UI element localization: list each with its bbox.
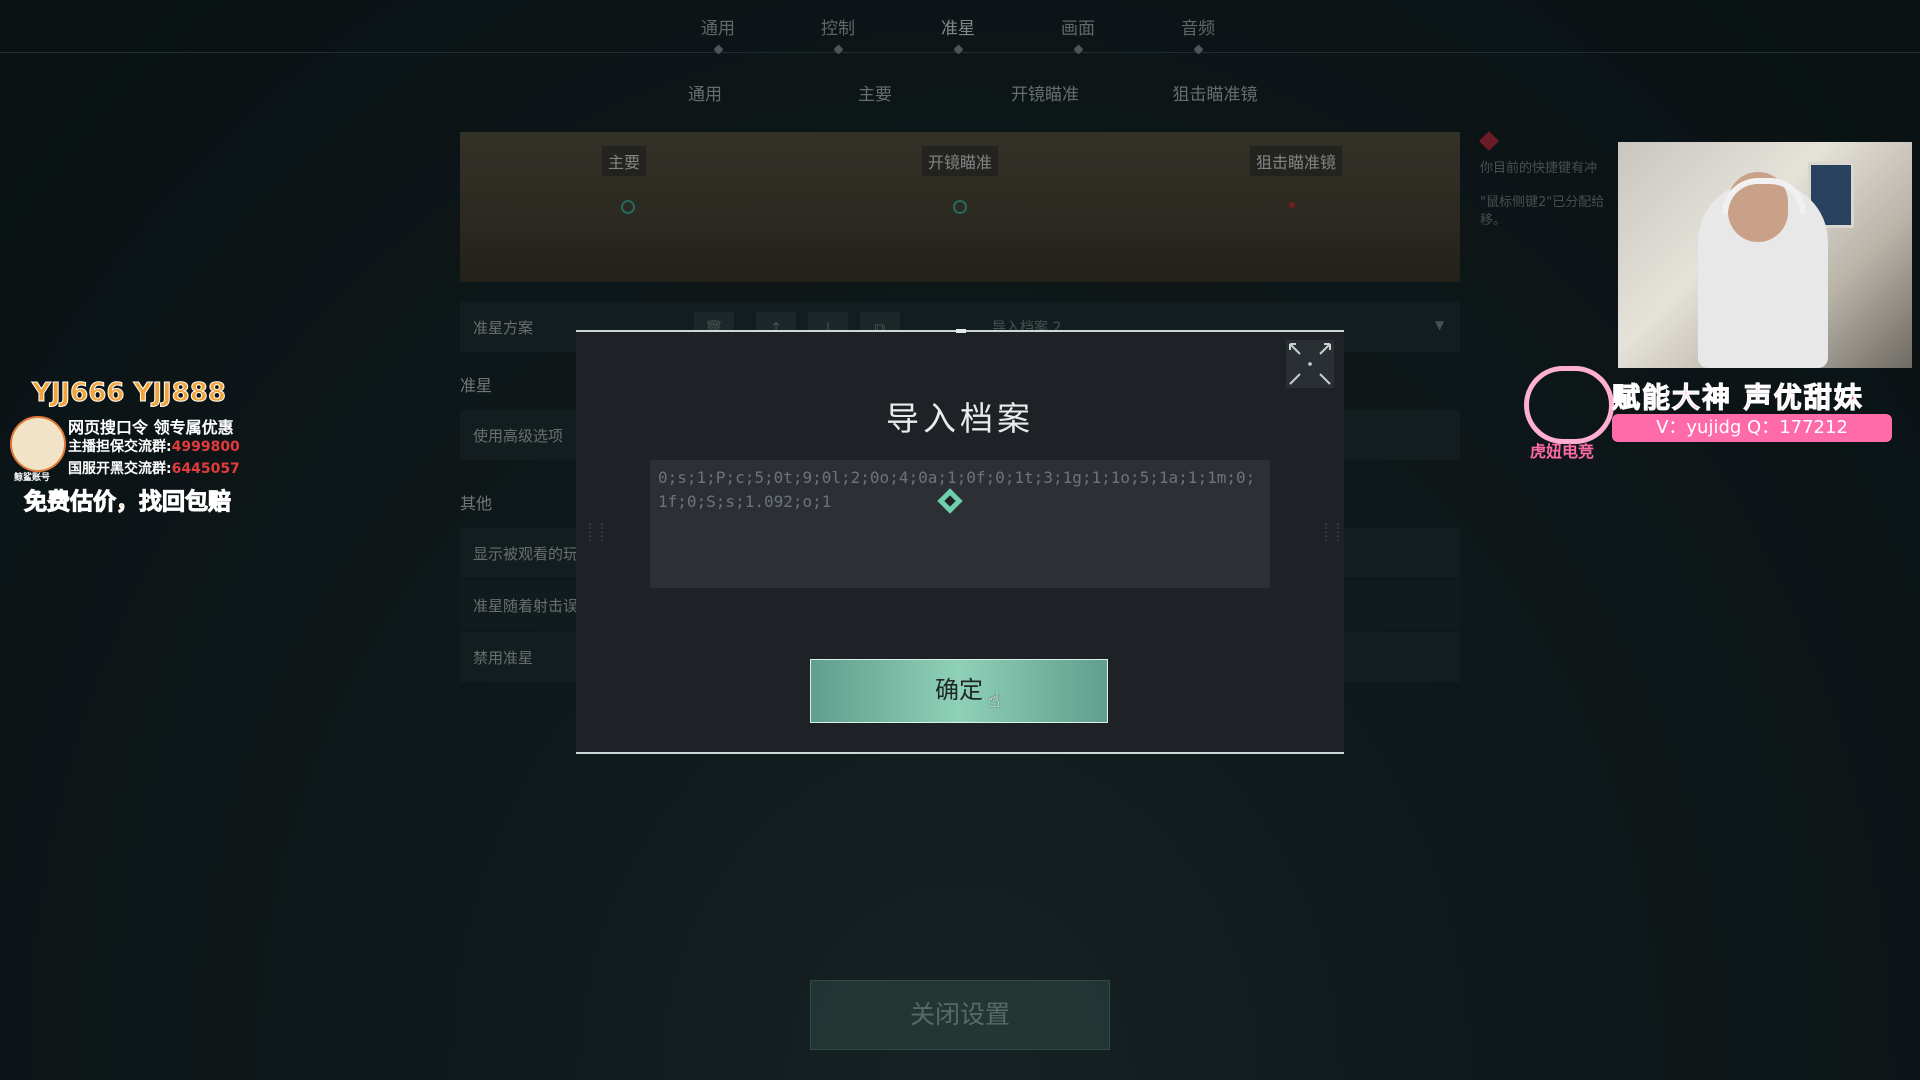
dialog-title: 导入档案	[886, 399, 1034, 438]
promo-line-3: 主播担保交流群:4999800	[68, 436, 240, 456]
streamer-contact: V：yujidg Q：177212	[1612, 414, 1892, 442]
drag-handle-icon[interactable]: ⋮⋮ ⋮⋮	[1320, 522, 1344, 554]
promo-line-2: 网页搜口令 领专属优惠	[68, 418, 234, 437]
streamer-name: 赋能大神 声优甜妹	[1612, 381, 1864, 415]
group-number: 6445057	[171, 461, 240, 477]
profile-code-text: 0;s;1;P;c;5;0t;9;0l;2;0o;4;0a;1;0f;0;1t;…	[658, 468, 1256, 511]
brand-name: 虎妞电竞	[1530, 442, 1595, 461]
dialog-top-marker	[956, 329, 966, 333]
promo-codes: YJJ666 YJJ888	[32, 378, 227, 409]
fox-logo	[10, 416, 66, 472]
group-label: 主播担保交流群:	[68, 439, 172, 455]
cat-headphones-logo	[1524, 366, 1614, 444]
promo-line-5: 免费估价，找回包赔	[24, 489, 232, 516]
group-label: 国服开黑交流群:	[68, 461, 172, 477]
fullscreen-icon[interactable]	[1286, 340, 1334, 388]
confirm-button[interactable]: 确定	[810, 659, 1108, 723]
import-profile-dialog: 导入档案 ⋮⋮ ⋮⋮ ⋮⋮ ⋮⋮ 0;s;1;P;c;5;0t;9;0l;2;0o;…	[576, 329, 1344, 754]
confirm-label: 确定	[935, 676, 983, 704]
promo-badge: YJJ666 YJJ888 鲸鲨账号 网页搜口令 领专属优惠 主播担保交流群:4…	[10, 378, 270, 518]
drag-handle-icon[interactable]: ⋮⋮ ⋮⋮	[584, 522, 608, 554]
group-number: 4999800	[171, 439, 240, 455]
streamer-badge: 赋能大神 声优甜妹 V：yujidg Q：177212 虎妞电竞	[1512, 362, 1892, 462]
webcam-overlay	[1618, 142, 1912, 368]
mouse-pointer-icon: ☝	[988, 688, 1001, 712]
profile-code-input[interactable]: 0;s;1;P;c;5;0t;9;0l;2;0o;4;0a;1;0f;0;1t;…	[650, 460, 1270, 588]
promo-line-4: 国服开黑交流群:6445057	[68, 458, 240, 478]
